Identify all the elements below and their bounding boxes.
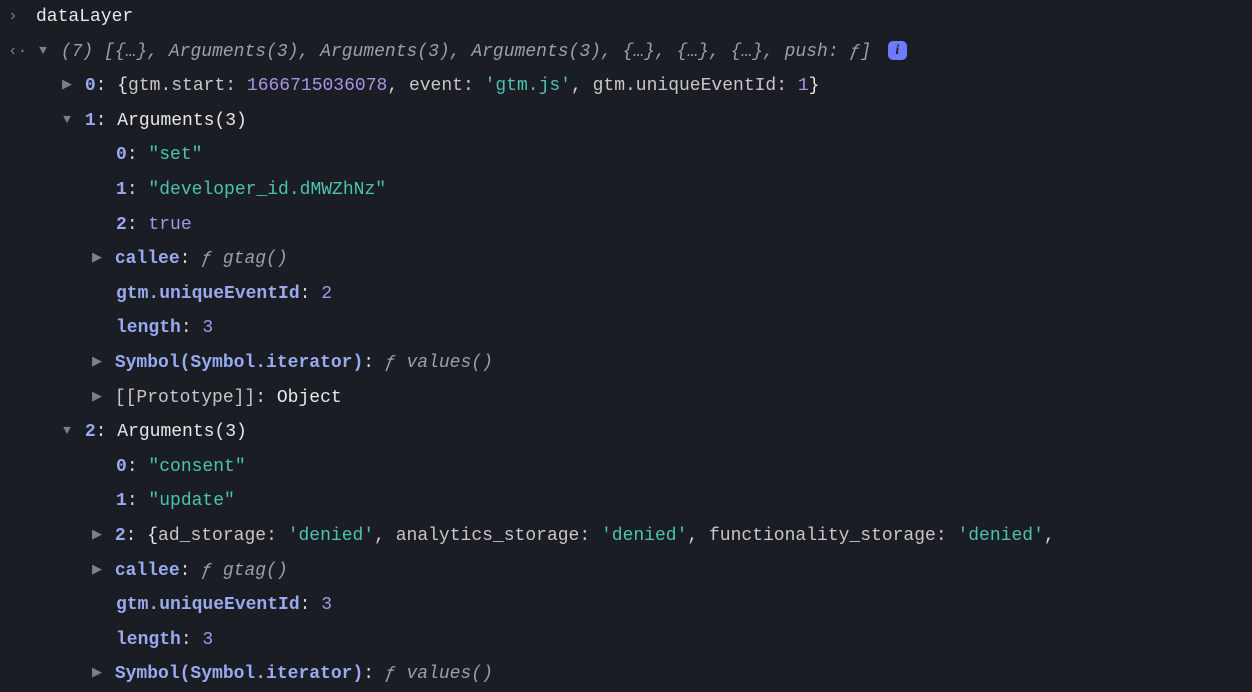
function-value: ƒ gtag(): [201, 249, 287, 269]
property-row: 2: true: [0, 208, 1252, 243]
console-input-text: dataLayer: [36, 7, 133, 27]
property-key: gtm.uniqueEventId: [116, 284, 300, 304]
property-row: 1: "developer_id.dMWZhNz": [0, 173, 1252, 208]
property-row: gtm.uniqueEventId: 2: [0, 277, 1252, 312]
property-value: 3: [202, 318, 213, 338]
property-row: ▶ [[Prototype]]: Object: [0, 381, 1252, 416]
object-value: 'denied': [288, 526, 374, 546]
property-value: "set": [148, 145, 202, 165]
property-row: ▶ callee: ƒ gtag(): [0, 554, 1252, 589]
expand-toggle-icon[interactable]: ▶: [90, 662, 104, 684]
index-key: 2: [85, 422, 96, 442]
property-key: callee: [115, 249, 180, 269]
object-value: 1666715036078: [247, 76, 387, 96]
object-key: event:: [409, 76, 474, 96]
property-value: true: [148, 215, 191, 235]
expand-toggle-icon[interactable]: ▶: [90, 524, 104, 546]
expand-toggle-icon[interactable]: ▶: [60, 74, 74, 96]
object-value: 'gtm.js': [485, 76, 571, 96]
array-item-2: ▼ 2: Arguments(3): [0, 415, 1252, 450]
property-key: length: [116, 318, 181, 338]
output-chevron-icon: ‹·: [8, 37, 36, 65]
property-value: 3: [321, 595, 332, 615]
property-row: 1: "update": [0, 484, 1252, 519]
property-key: callee: [115, 561, 180, 581]
property-key: [[Prototype]]: [115, 388, 255, 408]
property-row: ▶ Symbol(Symbol.iterator): ƒ values(): [0, 346, 1252, 381]
info-icon[interactable]: i: [888, 41, 907, 60]
object-key: gtm.start:: [128, 76, 236, 96]
property-row: ▶ 2: {ad_storage: 'denied', analytics_st…: [0, 519, 1252, 554]
property-row: 0: "set": [0, 138, 1252, 173]
expand-toggle-icon[interactable]: ▼: [60, 420, 74, 442]
property-value: "consent": [148, 457, 245, 477]
array-preview: [{…}, Arguments(3), Arguments(3), Argume…: [104, 42, 882, 62]
property-row: ▶ callee: ƒ gtag(): [0, 242, 1252, 277]
expand-toggle-icon[interactable]: ▼: [36, 40, 50, 62]
object-value: 1: [798, 76, 809, 96]
property-key: 1: [116, 491, 127, 511]
property-value: 2: [321, 284, 332, 304]
property-key: 0: [116, 145, 127, 165]
index-key: 1: [85, 111, 96, 131]
property-row: length: 3: [0, 623, 1252, 658]
property-row: length: 3: [0, 311, 1252, 346]
property-key: 2: [115, 526, 126, 546]
property-key: gtm.uniqueEventId: [116, 595, 300, 615]
arguments-label: Arguments(3): [117, 111, 247, 131]
property-key: 1: [116, 180, 127, 200]
function-value: ƒ gtag(): [201, 561, 287, 581]
property-value: "developer_id.dMWZhNz": [148, 180, 386, 200]
property-key: 2: [116, 215, 127, 235]
property-row: 0: "consent": [0, 450, 1252, 485]
property-value: Object: [277, 388, 342, 408]
property-key: length: [116, 630, 181, 650]
function-value: ƒ values(): [385, 664, 493, 684]
object-key: analytics_storage:: [396, 526, 590, 546]
object-value: 'denied': [601, 526, 687, 546]
object-key: gtm.uniqueEventId:: [593, 76, 787, 96]
property-key: Symbol(Symbol.iterator): [115, 353, 363, 373]
property-row: ▶ Symbol(Symbol.iterator): ƒ values(): [0, 657, 1252, 692]
property-value: "update": [148, 491, 234, 511]
property-key: 0: [116, 457, 127, 477]
input-chevron-icon: ›: [8, 2, 36, 30]
arguments-label: Arguments(3): [117, 422, 247, 442]
property-value: 3: [202, 630, 213, 650]
expand-toggle-icon[interactable]: ▶: [90, 247, 104, 269]
index-key: 0: [85, 76, 96, 96]
expand-toggle-icon[interactable]: ▼: [60, 109, 74, 131]
object-key: ad_storage:: [158, 526, 277, 546]
array-length: (7): [61, 42, 93, 62]
expand-toggle-icon[interactable]: ▶: [90, 351, 104, 373]
object-value: 'denied': [957, 526, 1043, 546]
property-row: gtm.uniqueEventId: 3: [0, 588, 1252, 623]
array-item-0: ▶ 0: {gtm.start: 1666715036078, event: '…: [0, 69, 1252, 104]
object-key: functionality_storage:: [709, 526, 947, 546]
property-key: Symbol(Symbol.iterator): [115, 664, 363, 684]
console-output-row: ‹· ▼ (7) [{…}, Arguments(3), Arguments(3…: [0, 35, 1252, 70]
function-value: ƒ values(): [385, 353, 493, 373]
array-item-1: ▼ 1: Arguments(3): [0, 104, 1252, 139]
console-input-row: › dataLayer: [0, 0, 1252, 35]
expand-toggle-icon[interactable]: ▶: [90, 559, 104, 581]
expand-toggle-icon[interactable]: ▶: [90, 386, 104, 408]
